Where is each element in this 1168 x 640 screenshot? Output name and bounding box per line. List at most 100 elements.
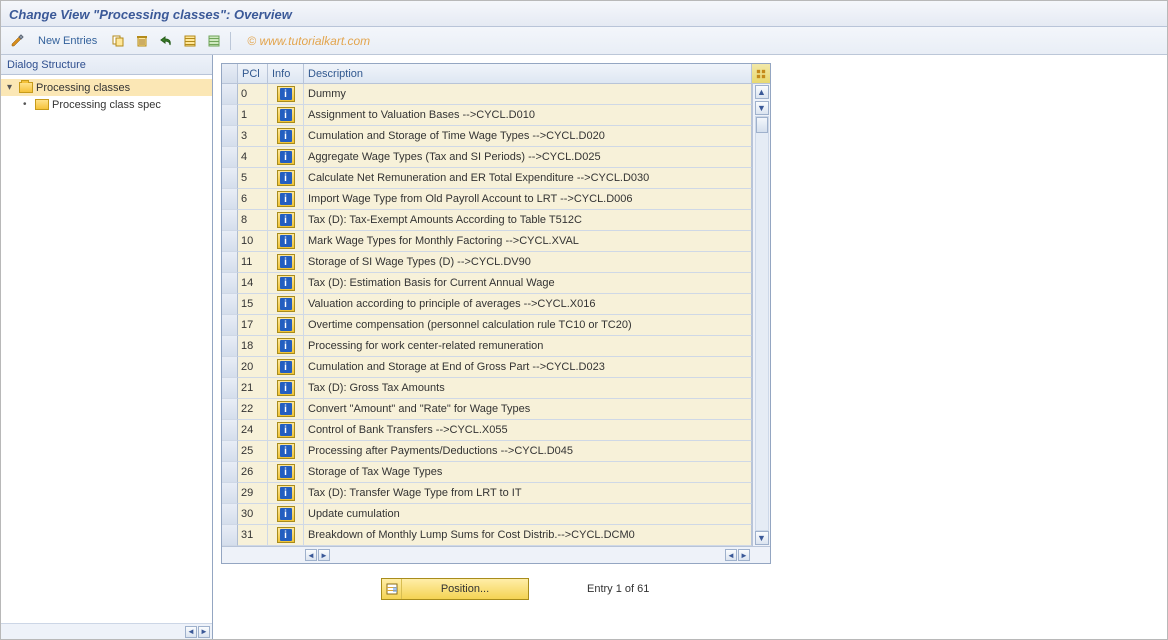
cell-pci[interactable]: 21 [238, 378, 268, 399]
cell-description[interactable]: Breakdown of Monthly Lump Sums for Cost … [304, 525, 752, 546]
row-selector[interactable] [222, 504, 238, 525]
info-button[interactable]: i [277, 86, 295, 102]
row-selector[interactable] [222, 525, 238, 546]
info-button[interactable]: i [277, 485, 295, 501]
scroll-track[interactable] [755, 116, 769, 531]
cell-pci[interactable]: 15 [238, 294, 268, 315]
cell-pci[interactable]: 5 [238, 168, 268, 189]
cell-description[interactable]: Assignment to Valuation Bases -->CYCL.D0… [304, 105, 752, 126]
cell-pci[interactable]: 26 [238, 462, 268, 483]
row-selector[interactable] [222, 399, 238, 420]
cell-description[interactable]: Calculate Net Remuneration and ER Total … [304, 168, 752, 189]
cell-description[interactable]: Tax (D): Estimation Basis for Current An… [304, 273, 752, 294]
cell-description[interactable]: Overtime compensation (personnel calcula… [304, 315, 752, 336]
grid-col-pci[interactable]: PCl [238, 64, 268, 84]
info-button[interactable]: i [277, 443, 295, 459]
cell-pci[interactable]: 10 [238, 231, 268, 252]
info-button[interactable]: i [277, 254, 295, 270]
cell-pci[interactable]: 0 [238, 84, 268, 105]
row-selector[interactable] [222, 189, 238, 210]
row-selector[interactable] [222, 441, 238, 462]
grid-col-description[interactable]: Description [304, 64, 752, 84]
tree-collapse-icon[interactable]: ▾ [7, 82, 19, 93]
cell-description[interactable]: Convert "Amount" and "Rate" for Wage Typ… [304, 399, 752, 420]
cell-pci[interactable]: 1 [238, 105, 268, 126]
cell-pci[interactable]: 20 [238, 357, 268, 378]
cell-description[interactable]: Processing for work center-related remun… [304, 336, 752, 357]
info-button[interactable]: i [277, 275, 295, 291]
row-selector[interactable] [222, 231, 238, 252]
hscroll-right-icon[interactable]: ► [318, 549, 330, 561]
cell-pci[interactable]: 14 [238, 273, 268, 294]
cell-pci[interactable]: 4 [238, 147, 268, 168]
grid-col-info[interactable]: Info [268, 64, 304, 84]
info-button[interactable]: i [277, 191, 295, 207]
row-selector[interactable] [222, 252, 238, 273]
cell-description[interactable]: Control of Bank Transfers -->CYCL.X055 [304, 420, 752, 441]
cell-pci[interactable]: 11 [238, 252, 268, 273]
info-button[interactable]: i [277, 149, 295, 165]
cell-pci[interactable]: 31 [238, 525, 268, 546]
info-button[interactable]: i [277, 212, 295, 228]
deselect-all-icon[interactable] [204, 31, 224, 51]
row-selector[interactable] [222, 357, 238, 378]
row-selector[interactable] [222, 273, 238, 294]
info-button[interactable]: i [277, 233, 295, 249]
row-selector[interactable] [222, 168, 238, 189]
info-button[interactable]: i [277, 401, 295, 417]
select-all-icon[interactable] [180, 31, 200, 51]
cell-description[interactable]: Dummy [304, 84, 752, 105]
cell-description[interactable]: Storage of Tax Wage Types [304, 462, 752, 483]
info-button[interactable]: i [277, 359, 295, 375]
cell-description[interactable]: Valuation according to principle of aver… [304, 294, 752, 315]
cell-description[interactable]: Aggregate Wage Types (Tax and SI Periods… [304, 147, 752, 168]
info-button[interactable]: i [277, 317, 295, 333]
tree-node-processing-class-spec[interactable]: • Processing class spec [1, 96, 212, 113]
hscroll-right2-icon[interactable]: ► [738, 549, 750, 561]
dialog-structure-tree[interactable]: ▾ Processing classes • Processing class … [1, 75, 212, 623]
row-selector[interactable] [222, 315, 238, 336]
cell-description[interactable]: Tax (D): Tax-Exempt Amounts According to… [304, 210, 752, 231]
row-selector[interactable] [222, 84, 238, 105]
scroll-left-icon[interactable]: ◄ [185, 626, 197, 638]
cell-pci[interactable]: 8 [238, 210, 268, 231]
row-selector[interactable] [222, 105, 238, 126]
cell-description[interactable]: Tax (D): Transfer Wage Type from LRT to … [304, 483, 752, 504]
scroll-down-end-icon[interactable]: ▼ [755, 531, 769, 545]
info-button[interactable]: i [277, 338, 295, 354]
info-button[interactable]: i [277, 506, 295, 522]
info-button[interactable]: i [277, 296, 295, 312]
delete-icon[interactable] [132, 31, 152, 51]
toggle-change-icon[interactable] [7, 31, 27, 51]
cell-pci[interactable]: 17 [238, 315, 268, 336]
row-selector[interactable] [222, 483, 238, 504]
grid-vscrollbar[interactable]: ▲ ▼ ▼ [752, 84, 770, 546]
cell-pci[interactable]: 18 [238, 336, 268, 357]
undo-icon[interactable] [156, 31, 176, 51]
scroll-up-icon[interactable]: ▲ [755, 85, 769, 99]
row-selector[interactable] [222, 336, 238, 357]
cell-description[interactable]: Storage of SI Wage Types (D) -->CYCL.DV9… [304, 252, 752, 273]
info-button[interactable]: i [277, 422, 295, 438]
info-button[interactable]: i [277, 464, 295, 480]
row-selector[interactable] [222, 126, 238, 147]
row-selector[interactable] [222, 420, 238, 441]
info-button[interactable]: i [277, 527, 295, 543]
cell-pci[interactable]: 22 [238, 399, 268, 420]
cell-description[interactable]: Processing after Payments/Deductions -->… [304, 441, 752, 462]
cell-pci[interactable]: 24 [238, 420, 268, 441]
cell-description[interactable]: Import Wage Type from Old Payroll Accoun… [304, 189, 752, 210]
row-selector[interactable] [222, 294, 238, 315]
cell-description[interactable]: Mark Wage Types for Monthly Factoring --… [304, 231, 752, 252]
cell-pci[interactable]: 30 [238, 504, 268, 525]
row-selector[interactable] [222, 210, 238, 231]
info-button[interactable]: i [277, 380, 295, 396]
tree-node-processing-classes[interactable]: ▾ Processing classes [1, 79, 212, 96]
cell-description[interactable]: Cumulation and Storage of Time Wage Type… [304, 126, 752, 147]
cell-description[interactable]: Cumulation and Storage at End of Gross P… [304, 357, 752, 378]
position-button[interactable]: Position... [381, 578, 529, 600]
scroll-right-icon[interactable]: ► [198, 626, 210, 638]
info-button[interactable]: i [277, 170, 295, 186]
row-selector[interactable] [222, 378, 238, 399]
row-selector[interactable] [222, 462, 238, 483]
